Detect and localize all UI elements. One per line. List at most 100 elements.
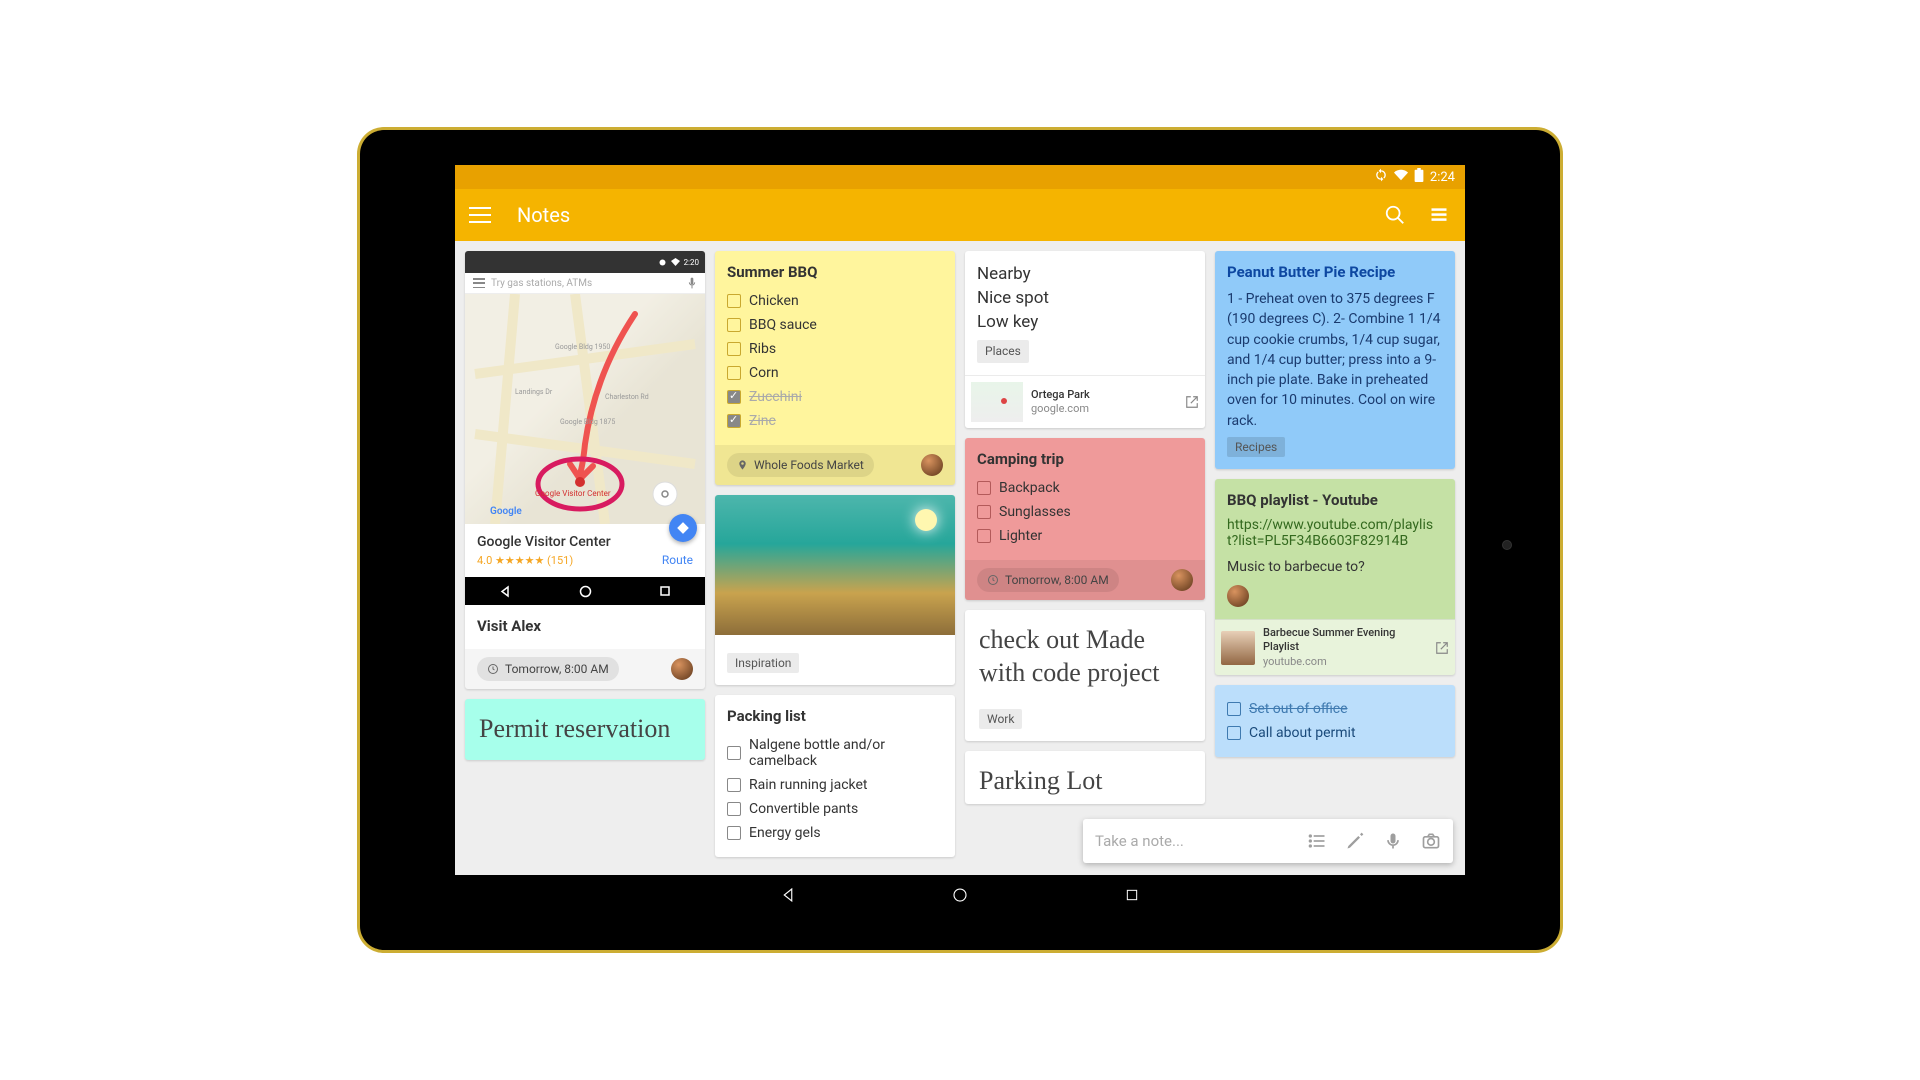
menu-button[interactable]	[469, 207, 491, 223]
link-attachment[interactable]: Barbecue Summer Evening Playlist youtube…	[1215, 619, 1455, 675]
link-title: Ortega Park	[1031, 388, 1177, 402]
map-search-placeholder: Try gas stations, ATMs	[491, 278, 681, 289]
checklist-item-label: Ribs	[749, 341, 776, 357]
note-image	[715, 495, 955, 635]
map-mock-navbar	[465, 577, 705, 605]
map-drawing: Google Visitor Center Google Google Bldg…	[465, 294, 705, 524]
link-source: youtube.com	[1263, 655, 1427, 669]
status-bar: 2:24	[455, 165, 1465, 189]
note-tag[interactable]: Places	[977, 340, 1029, 363]
rotation-lock-icon	[1374, 168, 1388, 186]
note-body: Permit reservation	[479, 714, 670, 743]
checklist-item-label: Lighter	[999, 528, 1042, 544]
note-line: Nice spot	[977, 287, 1193, 311]
link-thumbnail	[1221, 631, 1255, 665]
search-button[interactable]	[1383, 203, 1407, 227]
map-mock-time: 2:20	[684, 258, 699, 267]
note-tag[interactable]: Inspiration	[727, 653, 799, 673]
svg-text:Google Visitor Center: Google Visitor Center	[535, 489, 611, 498]
svg-text:Google: Google	[490, 506, 522, 517]
checklist-item-label: Set out of office	[1249, 701, 1348, 717]
location-icon	[658, 258, 667, 267]
checklist-item-label: Call about permit	[1249, 725, 1356, 741]
note-title: Peanut Butter Pie Recipe	[1227, 263, 1443, 281]
checklist-item-label: Chicken	[749, 293, 799, 309]
svg-text:Google Bldg 1875: Google Bldg 1875	[560, 418, 615, 426]
clock-icon	[987, 574, 999, 586]
compose-placeholder: Take a note...	[1095, 832, 1184, 850]
checklist-item-label: Corn	[749, 365, 779, 381]
note-body: Parking Lot	[965, 751, 1205, 804]
wifi-icon	[671, 258, 680, 267]
collaborator-avatar[interactable]	[1227, 585, 1249, 607]
note-line: Nearby	[977, 263, 1193, 287]
location-chip[interactable]: Whole Foods Market	[727, 453, 874, 477]
collaborator-avatar[interactable]	[921, 454, 943, 476]
back-button[interactable]	[777, 884, 799, 906]
note-url: https://www.youtube.com/playlist?list=PL…	[1227, 517, 1443, 549]
note-summer-bbq[interactable]: Summer BBQ Chicken BBQ sauce Ribs Corn Z…	[715, 251, 955, 485]
link-thumbnail	[971, 382, 1023, 422]
note-title: Packing list	[727, 707, 943, 725]
note-map[interactable]: 2:20 Try gas stations, ATMs	[465, 251, 705, 689]
note-todo[interactable]: Set out of office Call about permit	[1215, 685, 1455, 757]
mic-icon[interactable]	[1383, 831, 1403, 851]
map-search-bar: Try gas stations, ATMs	[465, 273, 705, 294]
note-caption: Music to barbecue to?	[1227, 559, 1443, 575]
collaborator-avatar[interactable]	[1171, 569, 1193, 591]
pin-icon	[737, 458, 748, 472]
link-title: Barbecue Summer Evening Playlist	[1263, 626, 1427, 655]
location-text: Whole Foods Market	[754, 458, 864, 472]
reminder-text: Tomorrow, 8:00 AM	[505, 662, 609, 676]
status-time: 2:24	[1430, 170, 1455, 185]
note-parking[interactable]: Parking Lot	[965, 751, 1205, 804]
place-rating: 4.0 ★★★★★ (151)	[477, 554, 573, 567]
recent-apps-button[interactable]	[1121, 884, 1143, 906]
note-permit[interactable]: Permit reservation	[465, 699, 705, 760]
checklist-item-label: Convertible pants	[749, 801, 858, 817]
note-nearby[interactable]: Nearby Nice spot Low key Places Ortega P…	[965, 251, 1205, 428]
note-packing-list[interactable]: Packing list Nalgene bottle and/or camel…	[715, 695, 955, 857]
note-inspiration[interactable]: Inspiration	[715, 495, 955, 685]
directions-fab[interactable]	[669, 514, 697, 542]
draw-icon[interactable]	[1345, 831, 1365, 851]
note-camping-trip[interactable]: Camping trip Backpack Sunglasses Lighter…	[965, 438, 1205, 600]
reminder-chip[interactable]: Tomorrow, 8:00 AM	[977, 568, 1119, 592]
checklist-item-label: Zucchini	[749, 389, 802, 405]
checklist-item-label: Rain running jacket	[749, 777, 868, 793]
checklist-item-label: Energy gels	[749, 825, 821, 841]
reminder-text: Tomorrow, 8:00 AM	[1005, 573, 1109, 587]
compose-bar[interactable]: Take a note...	[1083, 819, 1453, 863]
link-attachment[interactable]: Ortega Park google.com	[965, 375, 1205, 428]
note-tag[interactable]: Recipes	[1227, 437, 1285, 457]
checklist-item-label: Zinc	[749, 413, 776, 429]
route-button[interactable]: Route	[662, 553, 693, 567]
battery-icon	[1414, 168, 1424, 186]
clock-icon	[487, 663, 499, 675]
note-recipe[interactable]: Peanut Butter Pie Recipe 1 - Preheat ove…	[1215, 251, 1455, 469]
home-icon	[579, 585, 592, 598]
home-button[interactable]	[949, 884, 971, 906]
note-body: check out Made with code project	[965, 610, 1205, 703]
notes-grid: 2:20 Try gas stations, ATMs	[455, 241, 1465, 875]
map-mock-statusbar: 2:20	[465, 251, 705, 273]
note-title: Visit Alex	[477, 617, 693, 635]
note-title: BBQ playlist - Youtube	[1227, 491, 1443, 509]
camera-icon[interactable]	[1421, 831, 1441, 851]
checklist-item-label: BBQ sauce	[749, 317, 817, 333]
wifi-icon	[1394, 168, 1408, 186]
system-nav-bar	[455, 875, 1465, 915]
back-icon	[499, 585, 512, 598]
note-checkout-code[interactable]: check out Made with code project Work	[965, 610, 1205, 741]
svg-text:Landings Dr: Landings Dr	[515, 388, 553, 396]
open-link-icon	[1435, 641, 1449, 655]
note-playlist[interactable]: BBQ playlist - Youtube https://www.youtu…	[1215, 479, 1455, 675]
collaborator-avatar[interactable]	[671, 658, 693, 680]
app-bar: Notes	[455, 189, 1465, 241]
reminder-chip[interactable]: Tomorrow, 8:00 AM	[477, 657, 619, 681]
view-toggle-button[interactable]	[1427, 203, 1451, 227]
app-title: Notes	[517, 203, 1363, 227]
list-icon[interactable]	[1307, 831, 1327, 851]
note-tag[interactable]: Work	[979, 709, 1022, 729]
open-link-icon	[1185, 395, 1199, 409]
